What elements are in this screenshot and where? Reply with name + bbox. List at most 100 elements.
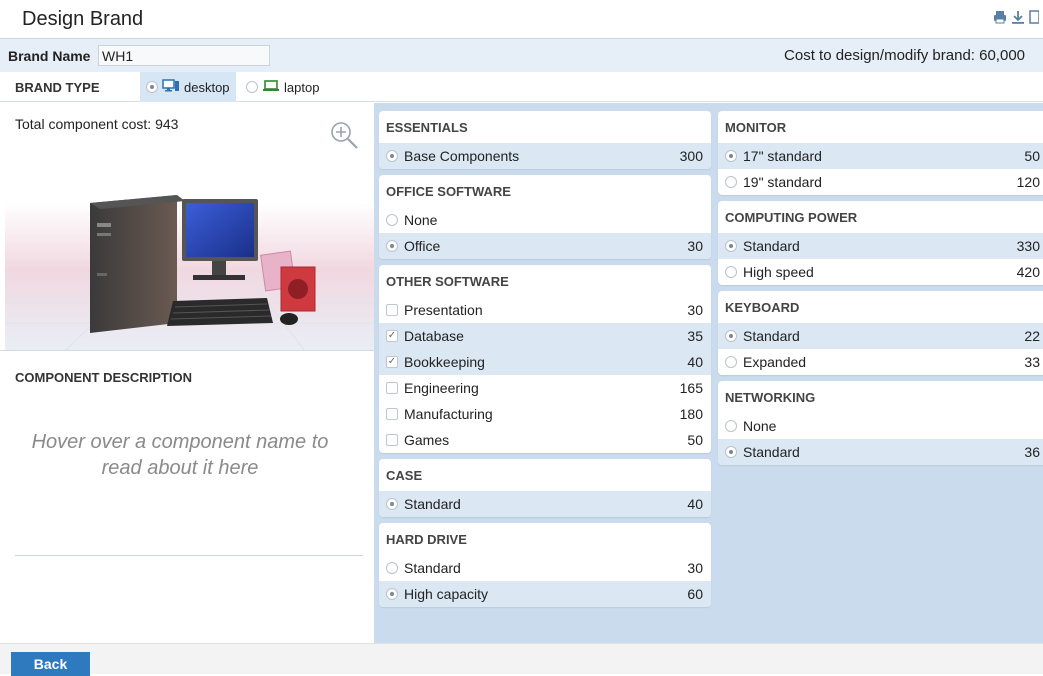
option-group-networking: NETWORKING None Standard 36	[718, 381, 1043, 465]
option-group-monitor: MONITOR 17" standard 50 19" standard 120	[718, 111, 1043, 195]
component-description-text: Hover over a component name to read abou…	[31, 431, 329, 479]
option-group-essentials: ESSENTIALS Base Components 300	[379, 111, 711, 169]
option-label: None	[743, 418, 777, 434]
back-button[interactable]: Back	[11, 652, 90, 676]
option-row-games[interactable]: Games 50	[379, 427, 711, 453]
option-price: 22	[1024, 328, 1040, 344]
option-label: Bookkeeping	[404, 354, 485, 370]
option-group-heading: MONITOR	[725, 120, 787, 135]
option-radio[interactable]	[725, 446, 737, 458]
export-icon[interactable]	[1029, 10, 1043, 24]
option-group-heading: NETWORKING	[725, 390, 816, 405]
option-radio[interactable]	[725, 330, 737, 342]
option-label: High speed	[743, 264, 814, 280]
option-row-database[interactable]: ✓ Database 35	[379, 323, 711, 349]
download-icon[interactable]	[1011, 10, 1025, 24]
option-label: High capacity	[404, 586, 489, 602]
option-checkbox[interactable]	[386, 382, 398, 394]
option-row-office[interactable]: Office 30	[379, 233, 711, 259]
option-price: 33	[1024, 354, 1040, 370]
option-row-standard[interactable]: Standard 40	[379, 491, 711, 517]
brand-type-label: BRAND TYPE	[15, 80, 100, 95]
option-radio[interactable]	[725, 150, 737, 162]
option-row-bookkeeping[interactable]: ✓ Bookkeeping 40	[379, 349, 711, 375]
option-price: 420	[1016, 264, 1040, 280]
option-radio[interactable]	[386, 214, 398, 226]
option-row-none[interactable]: None	[718, 413, 1043, 439]
desktop-icon	[162, 79, 180, 95]
brand-name-input[interactable]	[98, 45, 270, 66]
laptop-radio[interactable]	[246, 81, 258, 93]
option-price: 50	[1024, 148, 1040, 164]
brand-type-laptop[interactable]: laptop	[240, 72, 325, 102]
option-radio[interactable]	[725, 240, 737, 252]
desktop-label: desktop	[184, 79, 230, 95]
option-group-keyboard: KEYBOARD Standard 22 Expanded 33	[718, 291, 1043, 375]
print-icon[interactable]	[993, 10, 1007, 24]
option-label: Base Components	[404, 148, 520, 164]
option-group-computing-power: COMPUTING POWER Standard 330 High speed 420	[718, 201, 1043, 285]
option-label: Office	[404, 238, 441, 254]
option-radio[interactable]	[386, 588, 398, 600]
desktop-radio[interactable]	[146, 81, 158, 93]
option-group-heading: ESSENTIALS	[386, 120, 468, 135]
option-row-manufacturing[interactable]: Manufacturing 180	[379, 401, 711, 427]
option-price: 30	[687, 238, 703, 254]
brand-name-bar: Brand Name Cost to design/modify brand: …	[0, 38, 1043, 72]
description-divider	[15, 555, 363, 556]
option-price: 180	[679, 406, 703, 422]
option-radio[interactable]	[386, 562, 398, 574]
option-row-high-speed[interactable]: High speed 420	[718, 259, 1043, 285]
component-options-panel: ESSENTIALS Base Components 300 OFFICE SOFTW…	[374, 103, 1043, 643]
option-checkbox[interactable]	[386, 408, 398, 420]
option-price: 36	[1024, 444, 1040, 460]
page-title: Design Brand	[22, 8, 144, 30]
option-radio[interactable]	[725, 266, 737, 278]
option-group-hard-drive: HARD DRIVE Standard 30 High capacity 60	[379, 523, 711, 607]
option-row-standard[interactable]: Standard 30	[379, 555, 711, 581]
option-row-17-standard[interactable]: 17" standard 50	[718, 143, 1043, 169]
option-label: Standard	[743, 444, 800, 460]
option-checkbox[interactable]	[386, 434, 398, 446]
zoom-in-icon[interactable]	[330, 121, 360, 151]
option-radio[interactable]	[386, 498, 398, 510]
options-column-2: MONITOR 17" standard 50 19" standard 120 COMP…	[718, 111, 1043, 471]
option-radio[interactable]	[725, 356, 737, 368]
option-price: 165	[679, 380, 703, 396]
option-radio[interactable]	[725, 420, 737, 432]
option-label: Standard	[404, 560, 461, 576]
desktop-computer-image	[5, 183, 374, 352]
option-radio[interactable]	[725, 176, 737, 188]
option-group-heading: COMPUTING POWER	[725, 210, 858, 225]
option-row-standard[interactable]: Standard 330	[718, 233, 1043, 259]
option-price: 120	[1016, 174, 1040, 190]
header-actions	[993, 10, 1043, 24]
option-row-high-capacity[interactable]: High capacity 60	[379, 581, 711, 607]
option-checkbox[interactable]	[386, 304, 398, 316]
option-checkbox[interactable]: ✓	[386, 356, 398, 368]
option-checkbox[interactable]: ✓	[386, 330, 398, 342]
option-row-engineering[interactable]: Engineering 165	[379, 375, 711, 401]
footer-bar: Back	[0, 643, 1043, 676]
option-row-none[interactable]: None	[379, 207, 711, 233]
brand-type-desktop[interactable]: desktop	[140, 72, 236, 102]
option-group-other-software: OTHER SOFTWARE Presentation 30 ✓ Database 35 ✓…	[379, 265, 711, 453]
option-row-standard[interactable]: Standard 22	[718, 323, 1043, 349]
option-label: 19" standard	[743, 174, 822, 190]
option-radio[interactable]	[386, 150, 398, 162]
option-label: 17" standard	[743, 148, 822, 164]
option-row-expanded[interactable]: Expanded 33	[718, 349, 1043, 375]
option-price: 40	[687, 496, 703, 512]
option-radio[interactable]	[386, 240, 398, 252]
option-label: Games	[404, 432, 450, 448]
option-label: Manufacturing	[404, 406, 493, 422]
option-group-heading: OFFICE SOFTWARE	[386, 184, 511, 199]
option-row-standard[interactable]: Standard 36	[718, 439, 1043, 465]
brand-name-label: Brand Name	[8, 48, 91, 64]
option-row-19-standard[interactable]: 19" standard 120	[718, 169, 1043, 195]
option-row-base-components[interactable]: Base Components 300	[379, 143, 711, 169]
option-label: Expanded	[743, 354, 807, 370]
options-column-1: ESSENTIALS Base Components 300 OFFICE SOFTW…	[379, 111, 711, 613]
option-label: None	[404, 212, 438, 228]
option-row-presentation[interactable]: Presentation 30	[379, 297, 711, 323]
